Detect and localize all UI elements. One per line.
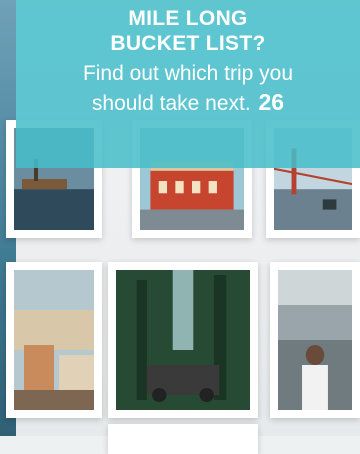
banner-sub-line2-wrap: should take next. 26 xyxy=(16,88,360,118)
photo-forest-jeep[interactable] xyxy=(108,262,258,418)
banner-sub-line1: Find out which trip you xyxy=(82,62,294,85)
photo-rooftop-city[interactable] xyxy=(6,262,102,418)
banner-headline: MILE LONG BUCKET LIST? xyxy=(16,6,360,56)
banner-number: 26 xyxy=(258,89,285,115)
banner-subline: Find out which trip you should take next… xyxy=(16,59,360,118)
photo-bottom-partial xyxy=(108,424,258,454)
bucket-list-banner[interactable]: MILE LONG BUCKET LIST? Find out which tr… xyxy=(16,0,360,168)
banner-sub-line2: should take next. xyxy=(91,92,251,115)
banner-headline-line2: BUCKET LIST? xyxy=(110,32,266,55)
photo-man-city-view[interactable] xyxy=(270,262,360,418)
banner-headline-line1: MILE LONG xyxy=(128,7,248,30)
